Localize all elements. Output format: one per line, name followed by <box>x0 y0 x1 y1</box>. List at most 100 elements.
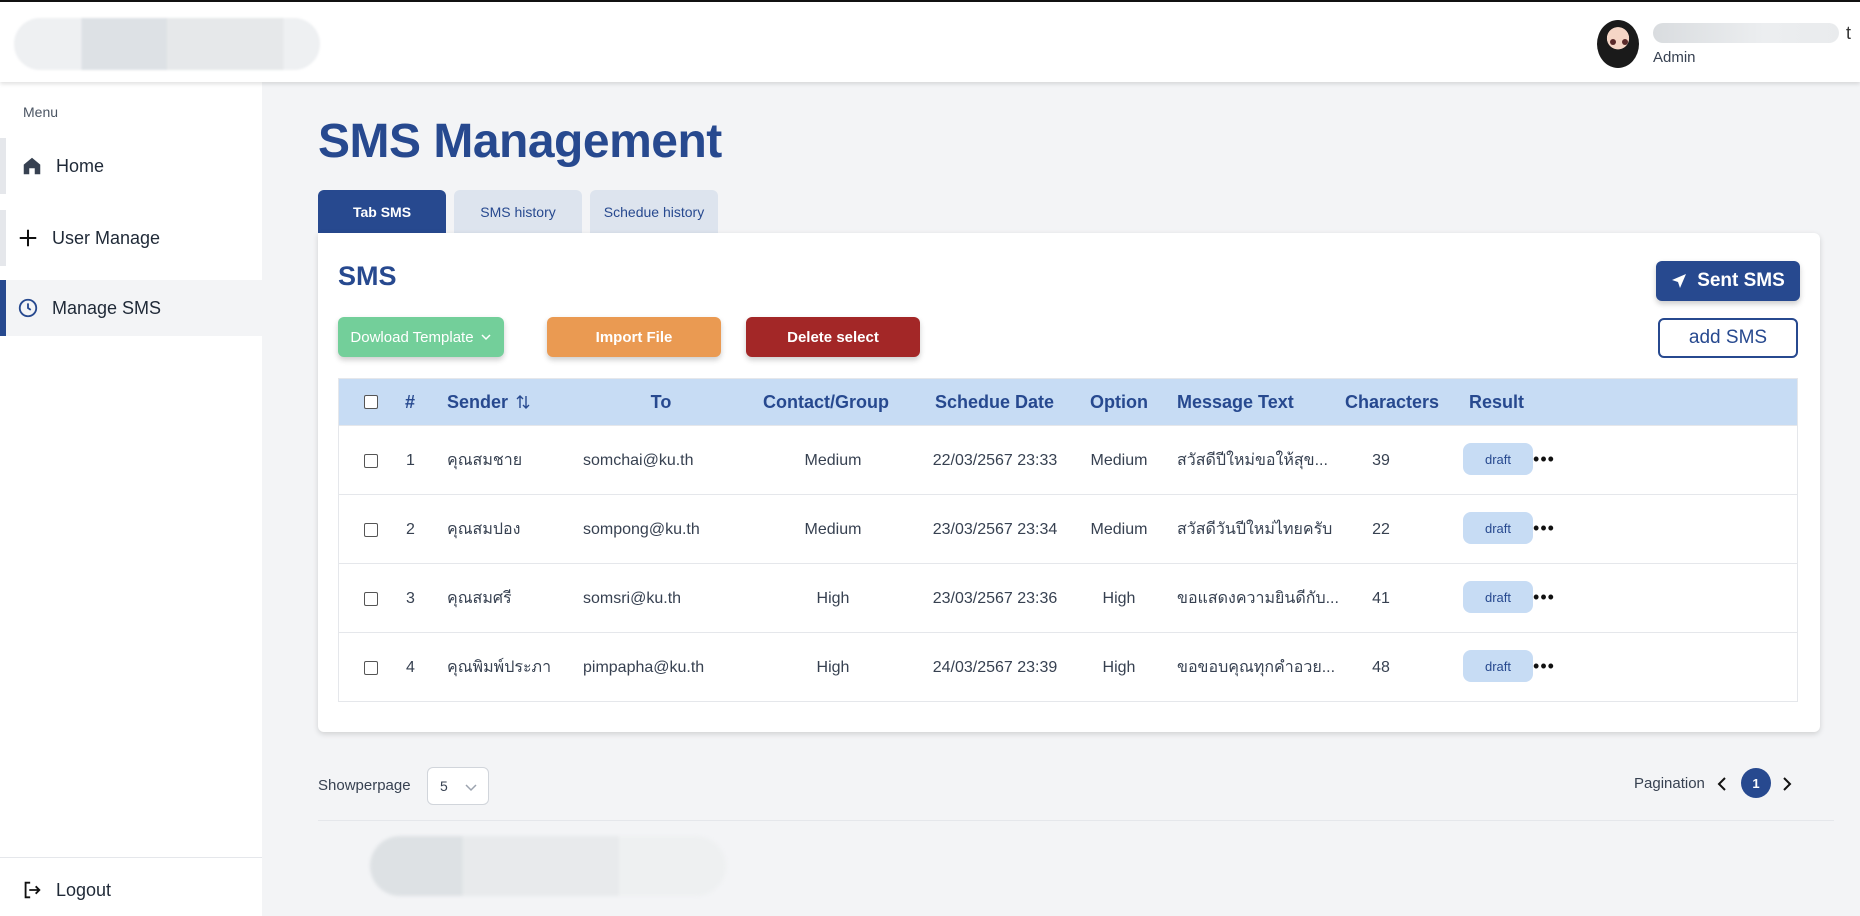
column-header-schedule-date: Schedue Date <box>935 391 1055 412</box>
sort-icon[interactable] <box>516 394 530 410</box>
top-header: t Admin <box>0 0 1860 82</box>
sidebar-item-label: User Manage <box>52 227 161 248</box>
sidebar-divider <box>0 857 262 858</box>
column-header-sender[interactable]: Sender <box>447 379 530 425</box>
more-actions-icon[interactable]: ••• <box>1529 651 1559 681</box>
app-logo-redacted <box>14 18 320 70</box>
more-actions-icon[interactable]: ••• <box>1529 513 1559 543</box>
cell-to: pimpapha@ku.th <box>583 658 705 676</box>
cell-schedule-date: 23/03/2567 23:34 <box>932 520 1058 538</box>
logout-button[interactable]: Logout <box>20 878 111 902</box>
row-select[interactable] <box>364 426 378 495</box>
more-actions-icon[interactable]: ••• <box>1529 582 1559 612</box>
table-header-row: # Sender To Contact/Group Schedue Date O… <box>339 379 1797 425</box>
card-title: SMS <box>338 261 397 291</box>
table-row: 4 คุณพิมพ์ประภา pimpapha@ku.th High 24/0… <box>339 632 1797 701</box>
cell-contact-group: Medium <box>804 520 862 538</box>
column-header-option: Option <box>1090 391 1148 412</box>
cell-sender: คุณสมชาย <box>447 452 523 469</box>
cell-to: somsri@ku.th <box>583 589 682 607</box>
avatar[interactable] <box>1597 20 1639 68</box>
delete-select-button[interactable]: Delete select <box>746 317 920 357</box>
cell-characters: 41 <box>1372 589 1390 607</box>
home-icon <box>20 154 44 178</box>
page-button-current[interactable]: 1 <box>1741 768 1771 798</box>
cell-option: High <box>1102 589 1136 607</box>
clock-icon <box>16 296 40 320</box>
cell-option: Medium <box>1090 451 1148 469</box>
chevron-down-icon <box>480 331 492 343</box>
cell-sender: คุณพิมพ์ประภา <box>447 659 552 676</box>
sidebar-item-user-manage[interactable]: User Manage <box>0 210 262 266</box>
cell-index: 2 <box>406 520 415 538</box>
cell-contact-group: High <box>816 658 850 676</box>
cell-message-text: ขอขอบคุณทุกคำอวย... <box>1177 659 1336 676</box>
cell-message-text: สวัสดีวันปีใหม่ไทยครับ <box>1177 521 1333 538</box>
table-row: 1 คุณสมชาย somchai@ku.th Medium 22/03/25… <box>339 425 1797 494</box>
user-name-tail: t <box>1845 22 1851 43</box>
column-header-message-text: Message Text <box>1177 391 1294 412</box>
cell-message-text: ขอแสดงความยินดีกับ... <box>1177 590 1339 607</box>
cell-sender: คุณสมศรี <box>447 590 512 607</box>
menu-label: Menu <box>23 104 59 120</box>
sent-sms-button[interactable]: Sent SMS <box>1656 261 1800 301</box>
table-row: 3 คุณสมศรี somsri@ku.th High 23/03/2567 … <box>339 563 1797 632</box>
footer-divider <box>318 820 1834 821</box>
cell-contact-group: High <box>816 589 850 607</box>
row-checkbox[interactable] <box>364 522 378 537</box>
cell-to: somchai@ku.th <box>583 451 694 469</box>
sidebar-item-label: Home <box>56 155 105 176</box>
user-profile[interactable]: t Admin <box>1597 16 1851 72</box>
cell-schedule-date: 23/03/2567 23:36 <box>932 589 1058 607</box>
status-badge: draft <box>1463 443 1533 475</box>
chevron-left-icon[interactable] <box>1712 772 1732 796</box>
cell-characters: 48 <box>1372 658 1390 676</box>
footer-redacted <box>370 836 726 896</box>
column-header-result: Result <box>1469 391 1525 412</box>
per-page-value: 5 <box>440 778 448 794</box>
cell-index: 3 <box>406 589 415 607</box>
cell-characters: 22 <box>1372 520 1390 538</box>
chevron-down-icon <box>464 780 478 797</box>
import-file-button[interactable]: Import File <box>547 317 721 357</box>
pagination-label: Pagination <box>1634 775 1705 792</box>
cell-index: 4 <box>406 658 415 676</box>
row-checkbox[interactable] <box>364 660 378 675</box>
tab-schedule-history[interactable]: Schedue history <box>590 190 718 234</box>
status-badge: draft <box>1463 650 1533 682</box>
select-all-checkbox[interactable] <box>364 379 378 425</box>
sidebar-item-indicator <box>0 210 6 266</box>
sidebar: Menu Home User Manage Manage SMS Logout <box>0 82 262 916</box>
column-header-index: # <box>405 391 416 412</box>
column-header-characters: Characters <box>1345 391 1440 412</box>
sidebar-item-label: Manage SMS <box>52 297 162 318</box>
row-checkbox[interactable] <box>364 453 378 468</box>
status-badge: draft <box>1463 512 1533 544</box>
sidebar-item-indicator <box>0 138 6 194</box>
sidebar-item-home[interactable]: Home <box>0 138 262 194</box>
row-select[interactable] <box>364 564 378 633</box>
per-page-select[interactable]: 5 <box>427 767 489 805</box>
sidebar-item-manage-sms[interactable]: Manage SMS <box>0 280 262 336</box>
more-actions-icon[interactable]: ••• <box>1529 444 1559 474</box>
tab-sms[interactable]: Tab SMS <box>318 190 446 234</box>
tab-sms-history[interactable]: SMS history <box>454 190 582 234</box>
cell-option: Medium <box>1090 520 1148 538</box>
row-select[interactable] <box>364 495 378 564</box>
row-select[interactable] <box>364 633 378 702</box>
cell-contact-group: Medium <box>804 451 862 469</box>
status-badge: draft <box>1463 581 1533 613</box>
download-template-button[interactable]: Dowload Template <box>338 317 504 357</box>
logout-icon <box>20 878 44 902</box>
row-checkbox[interactable] <box>364 591 378 606</box>
sent-sms-label: Sent SMS <box>1697 270 1785 291</box>
table-row: 2 คุณสมปอง sompong@ku.th Medium 23/03/25… <box>339 494 1797 563</box>
sms-card: SMS Dowload Template Import File Delete … <box>318 233 1820 732</box>
cell-to: sompong@ku.th <box>583 520 700 538</box>
add-sms-button[interactable]: add SMS <box>1658 318 1798 358</box>
checkbox-box[interactable] <box>364 395 378 409</box>
logout-label: Logout <box>56 879 112 900</box>
chevron-right-icon[interactable] <box>1777 772 1797 796</box>
page-title: SMS Management <box>318 115 722 168</box>
sms-table: # Sender To Contact/Group Schedue Date O… <box>338 378 1798 702</box>
